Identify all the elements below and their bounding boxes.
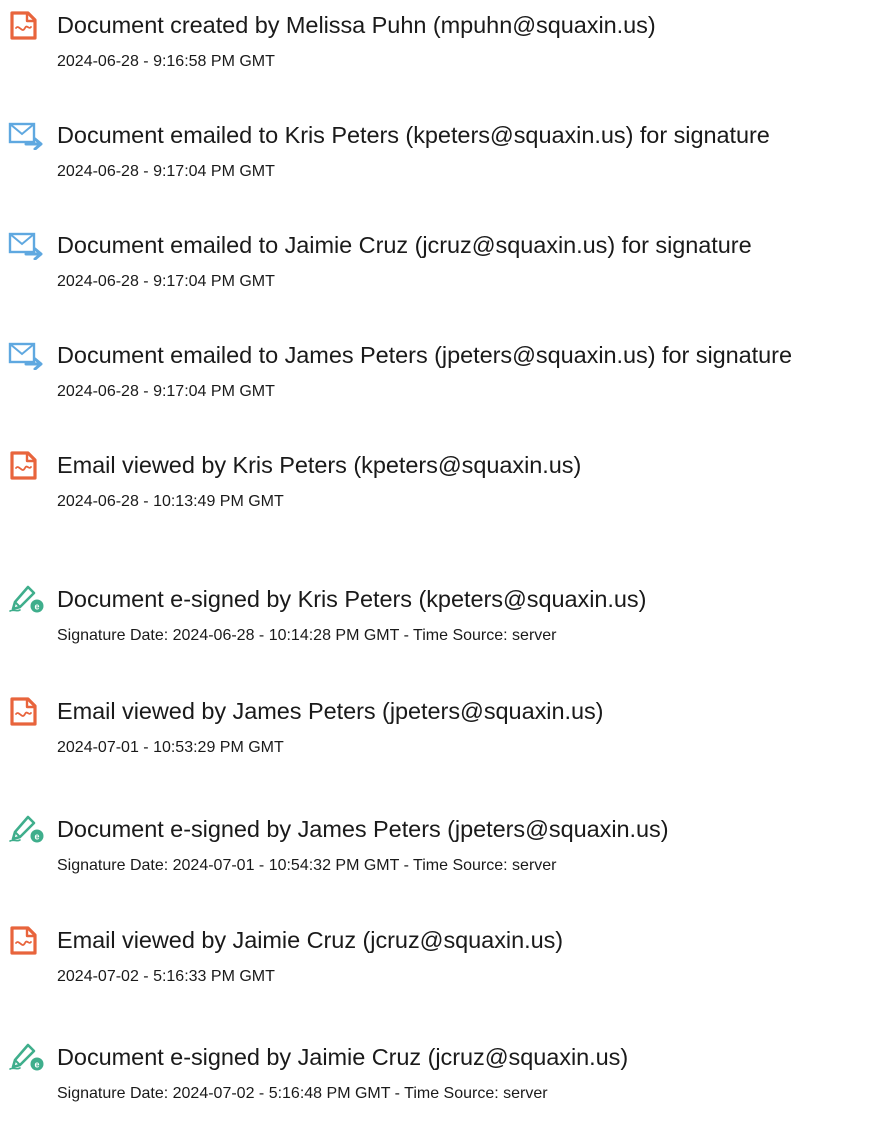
event-timestamp: 2024-07-02 - 5:16:33 PM GMT (57, 968, 275, 985)
event-timestamp: 2024-06-28 - 9:17:04 PM GMT (57, 273, 275, 290)
event-title: Email viewed by Kris Peters (kpeters@squ… (57, 452, 582, 478)
event-timestamp: 2024-06-28 - 9:17:04 PM GMT (57, 383, 275, 400)
audit-event: Email viewed by Jaimie Cruz (jcruz@squax… (0, 925, 892, 1005)
email-sent-icon (8, 340, 44, 372)
event-timestamp: Signature Date: 2024-07-02 - 5:16:48 PM … (57, 1085, 548, 1102)
svg-text:e: e (34, 832, 39, 842)
audit-event: Document emailed to Kris Peters (kpeters… (0, 120, 892, 200)
event-title: Document e-signed by Kris Peters (kpeter… (57, 586, 647, 612)
audit-event: Document created by Melissa Puhn (mpuhn@… (0, 10, 892, 90)
event-title: Document created by Melissa Puhn (mpuhn@… (57, 12, 656, 38)
e-signed-pen-icon: e (8, 584, 44, 616)
event-title: Document emailed to Kris Peters (kpeters… (57, 122, 770, 148)
e-signed-pen-icon: e (8, 814, 44, 846)
audit-event: Email viewed by Kris Peters (kpeters@squ… (0, 450, 892, 530)
event-timestamp: 2024-06-28 - 10:13:49 PM GMT (57, 493, 284, 510)
audit-event: e Document e-signed by Kris Peters (kpet… (0, 584, 892, 664)
document-viewed-icon (8, 696, 44, 728)
event-title: Document e-signed by Jaimie Cruz (jcruz@… (57, 1044, 629, 1070)
event-timestamp: Signature Date: 2024-06-28 - 10:14:28 PM… (57, 627, 557, 644)
document-viewed-icon (8, 450, 44, 482)
event-title: Document emailed to James Peters (jpeter… (57, 342, 792, 368)
event-title: Document e-signed by James Peters (jpete… (57, 816, 669, 842)
svg-text:e: e (34, 602, 39, 612)
event-timestamp: 2024-06-28 - 9:17:04 PM GMT (57, 163, 275, 180)
document-created-icon (8, 10, 44, 42)
audit-event: e Document e-signed by Jaimie Cruz (jcru… (0, 1042, 892, 1122)
audit-event: Document emailed to Jaimie Cruz (jcruz@s… (0, 230, 892, 310)
event-title: Document emailed to Jaimie Cruz (jcruz@s… (57, 232, 752, 258)
audit-event: Document emailed to James Peters (jpeter… (0, 340, 892, 420)
email-sent-icon (8, 230, 44, 262)
e-signed-pen-icon: e (8, 1042, 44, 1074)
document-viewed-icon (8, 925, 44, 957)
event-timestamp: 2024-06-28 - 9:16:58 PM GMT (57, 53, 275, 70)
audit-event: Email viewed by James Peters (jpeters@sq… (0, 696, 892, 776)
audit-event: e Document e-signed by James Peters (jpe… (0, 814, 892, 894)
event-title: Email viewed by James Peters (jpeters@sq… (57, 698, 604, 724)
email-sent-icon (8, 120, 44, 152)
svg-text:e: e (34, 1060, 39, 1070)
event-title: Email viewed by Jaimie Cruz (jcruz@squax… (57, 927, 564, 953)
event-timestamp: 2024-07-01 - 10:53:29 PM GMT (57, 739, 284, 756)
event-timestamp: Signature Date: 2024-07-01 - 10:54:32 PM… (57, 857, 557, 874)
